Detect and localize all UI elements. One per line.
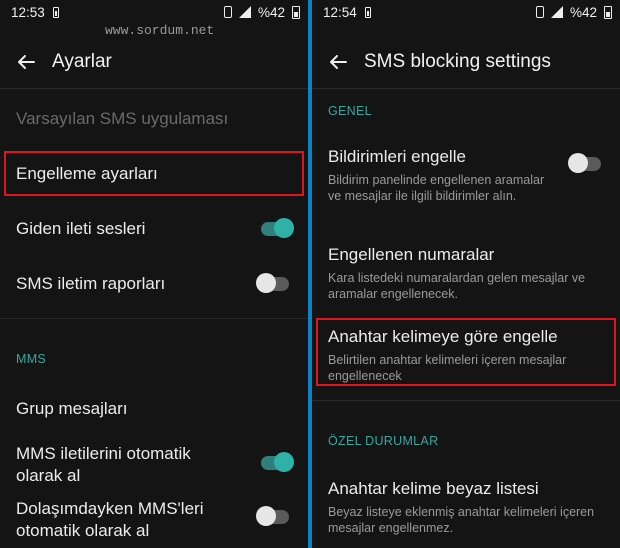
toggle-knob bbox=[274, 452, 294, 472]
keyword-whitelist-title: Anahtar kelime beyaz listesi bbox=[328, 479, 539, 498]
default-sms-app-item: Varsayılan SMS uygulaması bbox=[0, 108, 308, 130]
blocked-numbers-subtitle: Kara listedeki numaralardan gelen mesajl… bbox=[328, 271, 586, 301]
blocked-numbers-item[interactable]: Engellenen numaralar Kara listedeki numa… bbox=[312, 244, 620, 302]
default-sms-app-label: Varsayılan SMS uygulaması bbox=[16, 109, 229, 128]
highlight-box bbox=[316, 318, 616, 386]
status-bar: 12:53 %42 bbox=[0, 0, 308, 24]
sms-blocking-panel: 12:54 %42 SMS blocking settings GENEL Bi… bbox=[312, 0, 620, 548]
keyword-whitelist-item[interactable]: Anahtar kelime beyaz listesi Beyaz liste… bbox=[312, 478, 620, 536]
battery-saver-icon bbox=[52, 6, 59, 18]
page-title: Ayarlar bbox=[52, 51, 112, 72]
group-messages-item[interactable]: Grup mesajları bbox=[0, 398, 308, 420]
page-title: SMS blocking settings bbox=[364, 51, 551, 72]
delivery-reports-toggle[interactable] bbox=[256, 273, 289, 293]
auto-retrieve-label-line1: MMS iletilerini otomatik bbox=[16, 444, 191, 463]
block-notifications-title: Bildirimleri engelle bbox=[328, 147, 466, 166]
battery-icon bbox=[604, 5, 612, 19]
block-notifications-subtitle: Bildirim panelinde engellenen aramalar v… bbox=[328, 173, 545, 203]
battery-icon bbox=[292, 5, 300, 19]
signal-icon bbox=[550, 6, 563, 18]
special-section-header: ÖZEL DURUMLAR bbox=[328, 434, 439, 448]
auto-retrieve-label-line2: olarak al bbox=[16, 466, 81, 485]
block-notifications-toggle[interactable] bbox=[568, 153, 601, 173]
toggle-knob bbox=[568, 153, 588, 173]
app-bar: Ayarlar bbox=[0, 40, 308, 84]
divider bbox=[0, 88, 308, 89]
general-section-header: GENEL bbox=[328, 104, 372, 118]
arrow-left-icon bbox=[330, 55, 347, 69]
roaming-retrieve-toggle[interactable] bbox=[256, 506, 289, 526]
settings-panel: 12:53 %42 www.sordum.net Ayarlar Varsayı… bbox=[0, 0, 308, 548]
outgoing-sounds-label: Giden ileti sesleri bbox=[16, 219, 146, 238]
delivery-reports-label: SMS iletim raporları bbox=[16, 274, 166, 293]
battery-saver-icon bbox=[364, 6, 371, 18]
mms-section-header: MMS bbox=[16, 352, 47, 366]
battery-percent: %42 bbox=[569, 4, 597, 20]
roaming-retrieve-label-line2: otomatik olarak al bbox=[16, 521, 150, 540]
divider bbox=[312, 88, 620, 89]
battery-percent: %42 bbox=[257, 4, 285, 20]
status-bar: 12:54 %42 bbox=[312, 0, 620, 24]
keyword-whitelist-subtitle: Beyaz listeye eklenmiş anahtar kelimeler… bbox=[328, 505, 595, 535]
blocked-numbers-title: Engellenen numaralar bbox=[328, 245, 495, 264]
back-button[interactable] bbox=[312, 40, 364, 84]
toggle-knob bbox=[256, 506, 276, 526]
status-time: 12:54 bbox=[323, 4, 357, 20]
auto-retrieve-toggle[interactable] bbox=[261, 452, 294, 472]
back-button[interactable] bbox=[0, 40, 52, 84]
divider bbox=[0, 318, 308, 319]
vibrate-icon bbox=[535, 6, 544, 18]
outgoing-sounds-toggle[interactable] bbox=[261, 218, 294, 238]
watermark: www.sordum.net bbox=[105, 23, 215, 38]
signal-icon bbox=[238, 6, 251, 18]
arrow-left-icon bbox=[18, 55, 35, 69]
app-bar: SMS blocking settings bbox=[312, 40, 620, 84]
vibrate-icon bbox=[223, 6, 232, 18]
group-messages-label: Grup mesajları bbox=[16, 399, 128, 418]
status-time: 12:53 bbox=[11, 4, 45, 20]
roaming-retrieve-label-line1: Dolaşımdayken MMS'leri bbox=[16, 499, 204, 518]
toggle-knob bbox=[274, 218, 294, 238]
highlight-box bbox=[4, 151, 304, 196]
toggle-knob bbox=[256, 273, 276, 293]
divider bbox=[312, 400, 620, 401]
